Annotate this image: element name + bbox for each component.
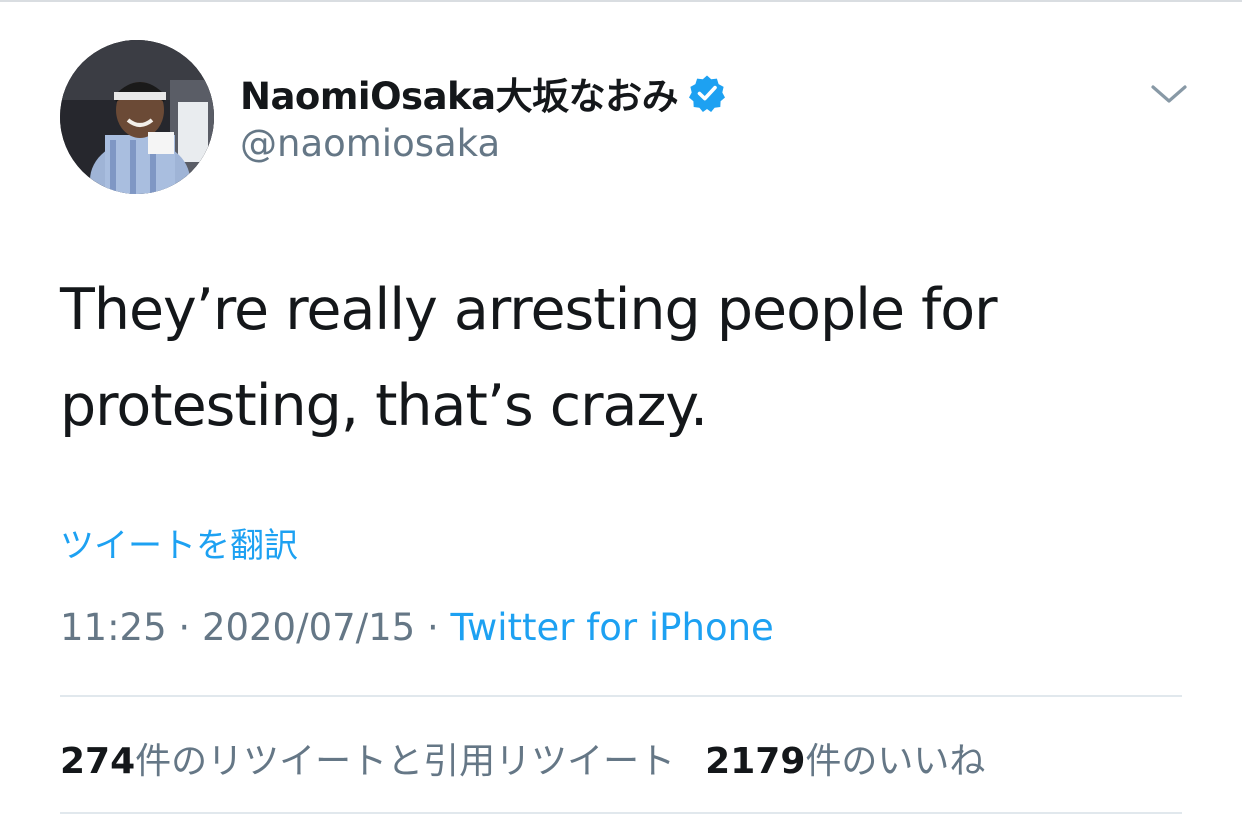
author-handle[interactable]: @naomiosaka: [240, 122, 500, 165]
retweet-label: 件のリツイートと引用リツイート: [135, 741, 676, 782]
translate-tweet-link[interactable]: ツイートを翻訳: [60, 518, 298, 567]
like-count: 2179: [705, 741, 806, 782]
meta-separator: ·: [415, 606, 451, 649]
meta-separator: ·: [166, 606, 202, 649]
like-stat[interactable]: 2179件のいいね: [705, 741, 985, 782]
display-name-text: NaomiOsaka大坂なおみ: [240, 75, 679, 118]
tweet-meta: 11:25 · 2020/07/15 · Twitter for iPhone: [60, 606, 774, 649]
tweet-stats: 274件のリツイートと引用リツイート 2179件のいいね: [60, 732, 985, 784]
verified-badge-icon: [688, 74, 726, 112]
divider: [60, 695, 1182, 697]
like-label: 件のいいね: [805, 741, 986, 782]
tweet-text: They’re really arresting people for prot…: [60, 262, 1190, 454]
retweet-count: 274: [60, 741, 136, 782]
tweet-text-line-2: protesting, that’s crazy.: [60, 373, 708, 439]
author-avatar[interactable]: [60, 40, 214, 194]
tweet-date[interactable]: 2020/07/15: [202, 606, 415, 649]
avatar-photo: [60, 40, 214, 194]
tweet-time[interactable]: 11:25: [60, 606, 167, 649]
chevron-down-icon[interactable]: [1148, 78, 1190, 108]
tweet-source-link[interactable]: Twitter for iPhone: [451, 606, 774, 649]
tweet-text-line-1: They’re really arresting people for: [60, 277, 998, 343]
author-display-name[interactable]: NaomiOsaka大坂なおみ: [240, 66, 726, 120]
top-divider: [0, 0, 1242, 2]
divider: [60, 812, 1182, 814]
retweet-stat[interactable]: 274件のリツイートと引用リツイート: [60, 741, 675, 782]
